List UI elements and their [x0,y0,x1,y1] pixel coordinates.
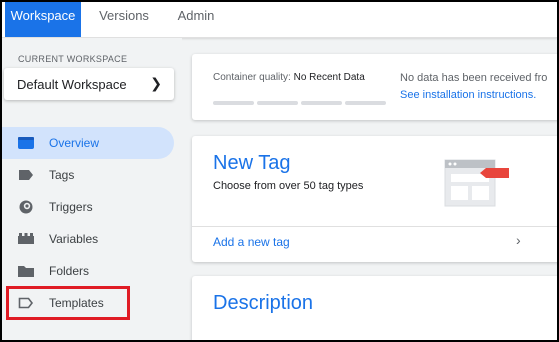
sidebar-item-label: Folders [49,264,90,278]
quality-meter-segment [345,101,386,105]
new-tag-title: New Tag [213,152,291,174]
app-frame: Workspace Versions Admin CURRENT WORKSPA… [2,2,557,340]
tag-icon [19,170,33,180]
chevron-right-icon[interactable]: › [516,232,521,248]
quality-meter-segment [301,101,342,105]
sidebar-item-folders[interactable]: Folders [2,255,174,287]
no-data-message: No data has been received fro [400,72,548,84]
tab-versions[interactable]: Versions [92,2,156,37]
trigger-icon [19,200,33,214]
container-quality-label: Container quality: [213,72,291,83]
add-new-tag-link[interactable]: Add a new tag [213,235,290,249]
tab-workspace[interactable]: Workspace [5,2,81,37]
sidebar-item-overview[interactable]: Overview [2,127,174,159]
workspace-selector[interactable]: Default Workspace ❯ [4,68,174,100]
card-divider [192,226,557,227]
quality-meter-segment [257,101,298,105]
sidebar-item-tags[interactable]: Tags [2,159,174,191]
container-quality-value: No Recent Data [293,72,365,83]
quality-meter [213,92,389,110]
installation-instructions-link[interactable]: See installation instructions. [400,89,536,101]
chevron-right-icon: ❯ [150,75,162,91]
description-title: Description [213,292,314,314]
sidebar-item-triggers[interactable]: Triggers [2,191,174,223]
folder-icon [18,266,34,277]
templates-highlight-box [6,286,130,320]
new-tag-subtitle: Choose from over 50 tag types [213,180,364,192]
workspace-name: Default Workspace [17,77,127,92]
current-workspace-label: CURRENT WORKSPACE [18,54,128,64]
sidebar-item-label: Triggers [49,200,93,214]
tag-illustration-icon [444,159,509,207]
sidebar-item-label: Tags [49,168,75,182]
quality-meter-segment [213,101,254,105]
tab-admin[interactable]: Admin [168,2,224,37]
sidebar-item-label: Variables [49,232,99,246]
description-card: Description [192,276,557,340]
sidebar-item-label: Overview [49,136,100,150]
top-tab-bar: Workspace Versions Admin [2,2,557,38]
overview-icon [18,137,34,149]
sidebar-item-variables[interactable]: Variables [2,223,174,255]
container-quality-text: Container quality: No Recent Data [213,72,365,83]
new-tag-card[interactable]: New Tag Choose from over 50 tag types Ad… [192,136,557,262]
container-quality-card: Container quality: No Recent Data No dat… [192,54,557,120]
variables-icon [18,233,34,244]
